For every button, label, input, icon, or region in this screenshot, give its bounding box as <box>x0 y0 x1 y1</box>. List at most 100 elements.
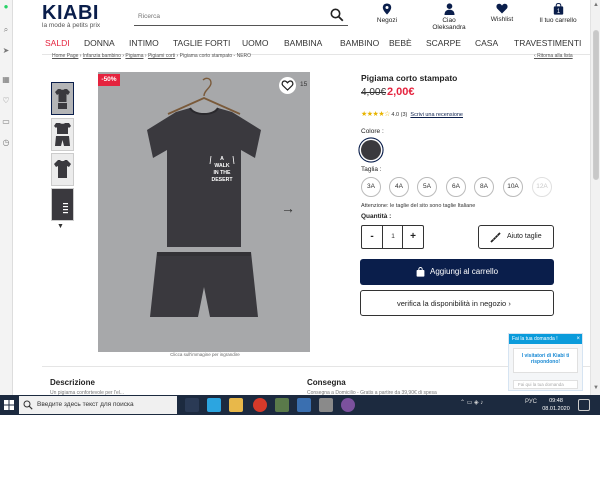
app-icon[interactable] <box>275 398 289 412</box>
size-help-button[interactable]: Aiuto taglie <box>478 225 554 249</box>
scrollbar-thumb[interactable] <box>593 30 599 180</box>
product-main-image[interactable]: A WALK IN THE DESERT -50% 15 → <box>98 72 310 352</box>
brand-name: KIABI <box>42 2 99 24</box>
nav-casa[interactable]: CASA <box>475 38 498 48</box>
search-icon[interactable] <box>330 8 344 22</box>
history-icon[interactable]: ◷ <box>2 139 10 147</box>
svg-text:DESERT: DESERT <box>211 177 233 183</box>
add-to-wishlist-button[interactable] <box>279 77 296 94</box>
nav-bambino[interactable]: BAMBINO <box>340 38 379 48</box>
stores-link[interactable]: Negozi <box>373 3 401 24</box>
thumbnail-3[interactable] <box>51 153 74 186</box>
pajama-top-thumbnail-image <box>52 154 73 185</box>
apps-icon[interactable]: ▦ <box>2 76 10 84</box>
telegram-icon[interactable] <box>207 398 221 412</box>
size-note: Attenzione: le taglie del sito sono tagl… <box>361 203 476 209</box>
notifications-icon[interactable] <box>578 399 590 411</box>
search-icon <box>23 400 33 410</box>
breadcrumb-home[interactable]: Home Page <box>52 53 78 59</box>
add-to-cart-button[interactable]: Aggiungi al carrello <box>360 259 554 285</box>
task-view-icon[interactable] <box>185 398 199 412</box>
chat-header[interactable]: Fai la tua domanda ! × <box>509 334 582 344</box>
search-input[interactable] <box>138 10 318 22</box>
svg-text:A: A <box>220 156 224 162</box>
app-icon-2[interactable] <box>297 398 311 412</box>
description-title[interactable]: Descrizione <box>50 378 130 388</box>
thumbnails-down-arrow-icon[interactable]: ▼ <box>57 223 67 231</box>
quantity-increase-button[interactable]: + <box>402 226 423 248</box>
size-option-5a[interactable]: 5A <box>417 177 437 197</box>
input-language[interactable]: РУС <box>525 399 537 405</box>
nav-taglie-forti[interactable]: TAGLIE FORTI <box>173 38 230 48</box>
rating-value: 4.0 <box>391 112 400 118</box>
nav-bebe[interactable]: BEBÈ <box>389 38 412 48</box>
svg-text:WALK: WALK <box>214 163 230 169</box>
thumbnail-2[interactable] <box>51 118 74 151</box>
shopping-bag-icon <box>416 267 425 277</box>
breadcrumb-pigiami-corti[interactable]: Pigiami corti <box>148 53 175 59</box>
scroll-down-icon[interactable]: ▼ <box>593 385 599 391</box>
search-icon[interactable]: ⌕ <box>2 26 10 34</box>
file-explorer-icon[interactable] <box>229 398 243 412</box>
check-store-availability-label: verifica la disponibilità in negozio › <box>397 299 511 308</box>
quantity-decrease-button[interactable]: - <box>362 226 383 248</box>
browser-opera-icon[interactable] <box>253 398 267 412</box>
heart-icon[interactable]: ♡ <box>2 97 10 105</box>
size-option-6a[interactable]: 6A <box>446 177 466 197</box>
scroll-up-icon[interactable]: ▲ <box>593 2 599 8</box>
calculator-icon[interactable] <box>319 398 333 412</box>
kiabi-logo[interactable]: KIABI la mode à petits prix <box>42 2 108 29</box>
cart-link[interactable]: 1 Il tuo carrello <box>538 3 578 24</box>
thumbnail-4[interactable] <box>51 188 74 221</box>
thumbnail-1[interactable] <box>51 82 74 115</box>
rating-count[interactable]: (3) <box>401 112 408 118</box>
zoom-hint: Clicca sull'immagine per ingrandire <box>170 352 240 357</box>
size-option-8a[interactable]: 8A <box>474 177 494 197</box>
size-option-10a[interactable]: 10A <box>503 177 523 197</box>
whatsapp-icon[interactable]: ● <box>2 3 10 11</box>
nav-scarpe[interactable]: SCARPE <box>426 38 461 48</box>
delivery-title[interactable]: Consegna <box>307 378 387 388</box>
chat-widget[interactable]: Fai la tua domanda ! × I visitatori di K… <box>508 333 583 391</box>
tray-icons[interactable]: ⌃ ▭ ◈ ♪ <box>460 399 483 406</box>
size-option-3a[interactable]: 3A <box>361 177 381 197</box>
nav-saldi[interactable]: SALDI <box>45 38 70 48</box>
check-store-availability-button[interactable]: verifica la disponibilità in negozio › <box>360 290 554 316</box>
nav-donna[interactable]: DONNA <box>84 38 115 48</box>
nav-intimo[interactable]: INTIMO <box>129 38 159 48</box>
svg-text:IN THE: IN THE <box>213 170 231 176</box>
account-link[interactable]: Ciao Oleksandra <box>432 3 466 31</box>
write-review-link[interactable]: Scrivi una recensione <box>410 112 463 118</box>
chat-input[interactable]: Fai qui la tua domanda <box>513 380 578 389</box>
chat-close-icon[interactable]: × <box>576 334 580 344</box>
quantity-stepper: - 1 + <box>361 225 424 249</box>
size-option-4a[interactable]: 4A <box>389 177 409 197</box>
heart-outline-icon <box>281 80 294 91</box>
add-to-cart-label: Aggiungi al carrello <box>430 267 499 276</box>
search-bar[interactable] <box>134 8 348 26</box>
color-swatch-nero[interactable] <box>361 140 381 160</box>
breadcrumb-pigiama[interactable]: Pigiama <box>125 53 143 59</box>
print-detail-thumbnail-image <box>52 189 73 220</box>
breadcrumb-infanzia[interactable]: Infanzia bambino <box>83 53 121 59</box>
quantity-value[interactable]: 1 <box>383 226 403 248</box>
user-icon <box>444 3 454 15</box>
chat-icon[interactable]: ▭ <box>2 118 10 126</box>
ruler-icon <box>490 232 501 243</box>
back-to-list-link[interactable]: ‹ Ritorna alla lista <box>534 53 586 61</box>
taskbar-clock[interactable]: 09:48 08.01.2020 <box>539 397 573 413</box>
nav-bambina[interactable]: BAMBINA <box>284 38 322 48</box>
windows-start-icon[interactable] <box>4 400 14 410</box>
next-image-arrow-icon[interactable]: → <box>281 200 295 216</box>
taskbar-search-box[interactable]: Введите здесь текст для поиска <box>19 396 177 414</box>
nav-uomo[interactable]: UOMO <box>242 38 268 48</box>
nav-travestimenti[interactable]: TRAVESTIMENTI <box>514 38 581 48</box>
viber-icon[interactable] <box>341 398 355 412</box>
send-icon[interactable]: ➤ <box>2 47 10 55</box>
rating-stars-icon: ★★★★☆ <box>361 111 390 118</box>
pajama-thumbnail-image <box>52 83 73 114</box>
back-to-list-label: Ritorna alla lista <box>537 53 573 59</box>
wishlist-link[interactable]: Wishlist <box>488 3 516 23</box>
page-scrollbar[interactable]: ▲ ▼ <box>590 0 600 395</box>
side-share-bar: ● ⌕ ➤ ▦ ♡ ▭ ◷ <box>0 0 13 395</box>
